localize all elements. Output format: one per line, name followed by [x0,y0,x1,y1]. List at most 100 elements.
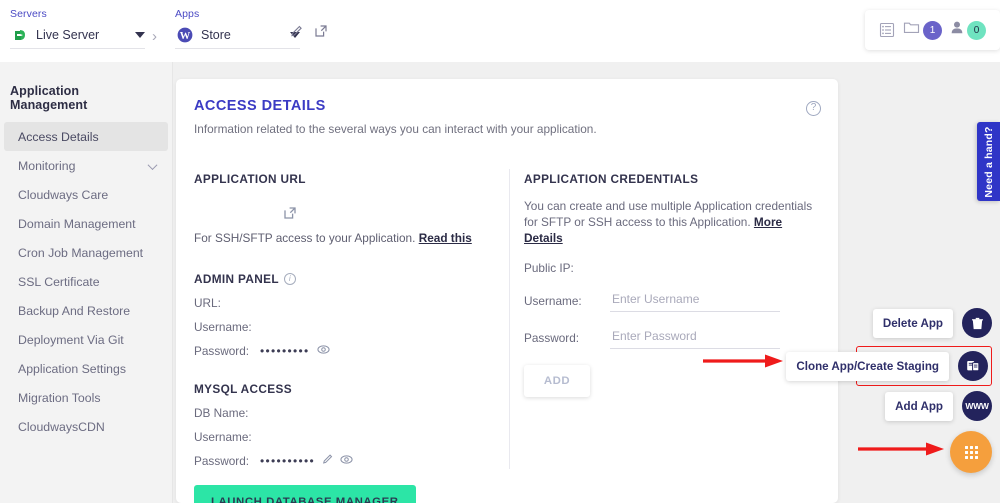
app-name: Store [201,28,231,42]
credentials-username-row: Username: [524,289,824,312]
sidebar-item-application-settings[interactable]: Application Settings [4,354,168,383]
sidebar-item-label: CloudwaysCDN [18,419,105,434]
need-a-hand-label: Need a hand? [982,125,995,198]
ssh-access-note: For SSH/SFTP access to your Application.… [194,231,494,245]
sidebar-item-backup-and-restore[interactable]: Backup And Restore [4,296,168,325]
projects-count: 1 [923,20,942,40]
pencil-icon[interactable] [290,24,304,38]
fab-row-add-app: Add App WWW [862,390,992,422]
sidebar-item-ssl-certificate[interactable]: SSL Certificate [4,267,168,296]
page-subtitle: Information related to the several ways … [194,122,597,136]
sidebar-title: Application Management [10,84,88,112]
sidebar-item-label: Monitoring [18,158,76,173]
sidebar-item-label: SSL Certificate [18,274,100,289]
sidebar-item-cloudways-care[interactable]: Cloudways Care [4,180,168,209]
eye-icon[interactable] [340,453,353,469]
admin-password-row: Password: ••••••••• [194,343,494,358]
chevron-down-icon [147,159,158,170]
projects-counter[interactable]: 1 [903,20,942,40]
breadcrumb-separator-icon: › [152,28,157,45]
external-link-icon[interactable] [314,24,328,38]
admin-username-label: Username: [194,319,252,334]
sidebar: Application Management Access Details Mo… [0,62,173,503]
public-ip-label: Public IP: [524,260,574,275]
trash-icon[interactable] [962,308,992,338]
left-column: APPLICATION URL For SSH/SFTP access to y… [194,172,494,503]
application-credentials-heading: APPLICATION CREDENTIALS [524,172,699,186]
chevron-down-icon[interactable] [135,32,145,38]
cloudways-leaf-icon [10,25,30,45]
top-right-counters: 1 0 [865,10,1000,50]
credentials-password-label: Password: [524,330,580,345]
sidebar-item-monitoring[interactable]: Monitoring [4,151,168,180]
external-link-icon[interactable] [283,206,297,225]
mysql-password-row: Password: •••••••••• [194,453,494,468]
arrow-to-clone-app [703,352,785,375]
mysql-username-row: Username: [194,429,494,444]
credentials-description: You can create and use multiple Applicat… [524,198,824,246]
grid-dots [964,445,978,459]
admin-password-label: Password: [194,343,250,358]
sidebar-item-label: Cron Job Management [18,245,144,260]
clone-app-icon[interactable] [958,351,988,381]
server-name: Live Server [36,28,100,42]
public-ip-row: Public IP: [524,260,824,275]
sidebar-item-migration-tools[interactable]: Migration Tools [4,383,168,412]
sidebar-item-label: Deployment Via Git [18,332,124,347]
sidebar-item-label: Domain Management [18,216,136,231]
svg-text:W: W [180,31,191,42]
team-counter[interactable]: 0 [950,20,986,40]
admin-panel-heading: ADMIN PANEL i [194,272,494,286]
breadcrumb-apps: Apps W Store [175,8,300,49]
admin-url-label: URL: [194,295,221,310]
fab-row-delete-app: Delete App [862,307,992,339]
column-divider [509,169,510,469]
delete-app-label[interactable]: Delete App [872,308,953,338]
mysql-password-label: Password: [194,453,250,468]
sidebar-item-label: Access Details [18,129,99,144]
sidebar-item-label: Backup And Restore [18,303,131,318]
grid-apps-icon[interactable] [950,431,992,473]
read-this-link[interactable]: Read this [419,231,472,245]
www-icon-text: WWW [965,401,989,411]
admin-url-row: URL: [194,295,494,310]
app-selector[interactable]: W Store [175,25,300,49]
www-icon[interactable]: WWW [962,391,992,421]
list-icon[interactable] [879,22,895,38]
ssh-note-text: For SSH/SFTP access to your Application. [194,231,416,245]
arrow-to-apps-fab [858,440,946,463]
pencil-icon[interactable] [322,453,334,468]
sidebar-item-label: Migration Tools [18,390,101,405]
mysql-access-heading: MYSQL ACCESS [194,382,292,396]
eye-icon[interactable] [316,343,330,359]
sidebar-item-cloudways-cdn[interactable]: CloudwaysCDN [4,412,168,441]
username-input[interactable] [610,289,780,312]
add-app-label[interactable]: Add App [885,391,953,421]
admin-password-value: ••••••••• [260,343,310,358]
credentials-username-label: Username: [524,293,582,308]
server-selector[interactable]: Live Server [10,25,145,49]
fab-row-clone-app: Clone App/Create Staging [786,346,992,386]
mysql-password-value: •••••••••• [260,453,316,468]
application-url-heading: APPLICATION URL [194,172,306,186]
mysql-dbname-row: DB Name: [194,405,494,420]
team-count: 0 [967,20,986,40]
sidebar-item-access-details[interactable]: Access Details [4,122,168,151]
need-a-hand-tab[interactable]: Need a hand? [977,122,1000,201]
wordpress-icon: W [175,25,195,45]
question-mark-icon[interactable]: ? [806,101,821,116]
launch-database-manager-button[interactable]: LAUNCH DATABASE MANAGER [194,485,416,503]
application-url-row [194,202,494,228]
servers-label: Servers [10,8,47,20]
mysql-username-label: Username: [194,429,252,444]
info-icon[interactable]: i [283,273,296,285]
sidebar-item-cron-job-management[interactable]: Cron Job Management [4,238,168,267]
sidebar-item-domain-management[interactable]: Domain Management [4,209,168,238]
mysql-dbname-label: DB Name: [194,405,249,420]
clone-app-create-staging-label[interactable]: Clone App/Create Staging [786,351,949,381]
sidebar-item-deployment-via-git[interactable]: Deployment Via Git [4,325,168,354]
app-root: Servers Live Server › Apps W Store 1 0 A… [0,0,1000,503]
password-input[interactable] [610,326,780,349]
add-credentials-button[interactable]: ADD [524,365,590,397]
sidebar-item-label: Cloudways Care [18,187,109,202]
